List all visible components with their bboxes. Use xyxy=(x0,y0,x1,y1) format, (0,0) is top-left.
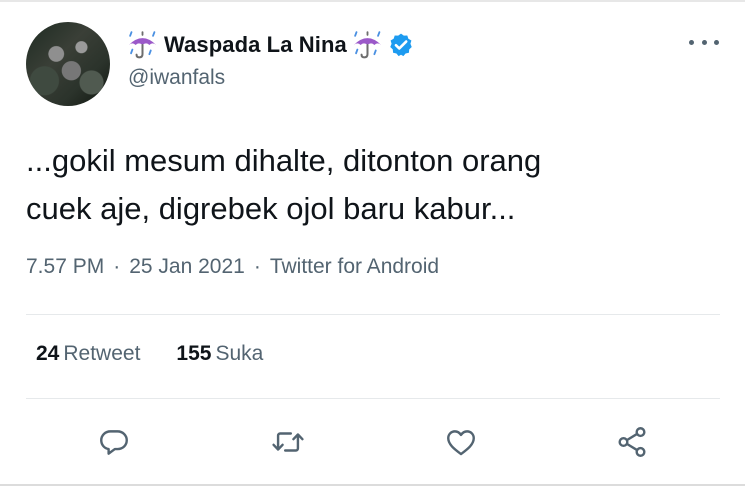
tweet-text-line: ...gokil mesum dihalte, ditonton orang xyxy=(26,143,542,178)
retweet-button[interactable] xyxy=(270,424,306,460)
like-stat[interactable]: 155 Suka xyxy=(176,342,263,366)
tweet-text: ...gokil mesum dihalte, ditonton orang c… xyxy=(26,137,716,233)
tweet-meta: 7.57 PM · 25 Jan 2021 · Twitter for Andr… xyxy=(26,255,439,279)
top-border xyxy=(0,0,745,2)
like-label: Suka xyxy=(215,342,264,365)
tweet-time[interactable]: 7.57 PM xyxy=(26,255,104,279)
like-count: 155 xyxy=(176,342,212,365)
more-dot xyxy=(714,39,719,45)
more-options-icon[interactable] xyxy=(689,32,719,52)
retweet-label: Retweet xyxy=(63,342,141,365)
tweet-date[interactable]: 25 Jan 2021 xyxy=(129,255,245,279)
author-handle[interactable]: @iwanfals xyxy=(128,66,225,90)
reply-icon xyxy=(100,430,128,455)
tweet-source[interactable]: Twitter for Android xyxy=(270,255,439,279)
reply-button[interactable] xyxy=(96,424,132,460)
tweet-card: Waspada La Nina @iwanfals ...gokil mesum… xyxy=(0,0,745,489)
meta-separator: · xyxy=(253,255,261,278)
umbrella-with-rain-icon xyxy=(128,31,157,59)
like-button[interactable] xyxy=(443,424,479,460)
avatar[interactable] xyxy=(26,22,110,106)
verified-badge-icon xyxy=(390,33,412,57)
bottom-border xyxy=(0,484,745,486)
share-button[interactable] xyxy=(614,424,650,460)
tweet-text-line: cuek aje, digrebek ojol baru kabur... xyxy=(26,191,516,226)
retweet-icon xyxy=(272,432,304,452)
like-icon xyxy=(447,430,475,456)
share-icon xyxy=(618,427,646,457)
more-dot xyxy=(701,39,707,45)
author-name[interactable]: Waspada La Nina xyxy=(164,32,347,58)
retweet-stat[interactable]: 24 Retweet xyxy=(36,342,140,366)
umbrella-with-rain-icon xyxy=(353,31,382,59)
more-dot xyxy=(689,39,694,45)
author-name-row[interactable]: Waspada La Nina xyxy=(126,28,414,62)
divider xyxy=(26,314,720,315)
divider xyxy=(26,398,720,399)
retweet-count: 24 xyxy=(36,342,60,365)
meta-separator: · xyxy=(113,255,121,278)
tweet-stats: 24 Retweet 155 Suka xyxy=(36,342,263,366)
